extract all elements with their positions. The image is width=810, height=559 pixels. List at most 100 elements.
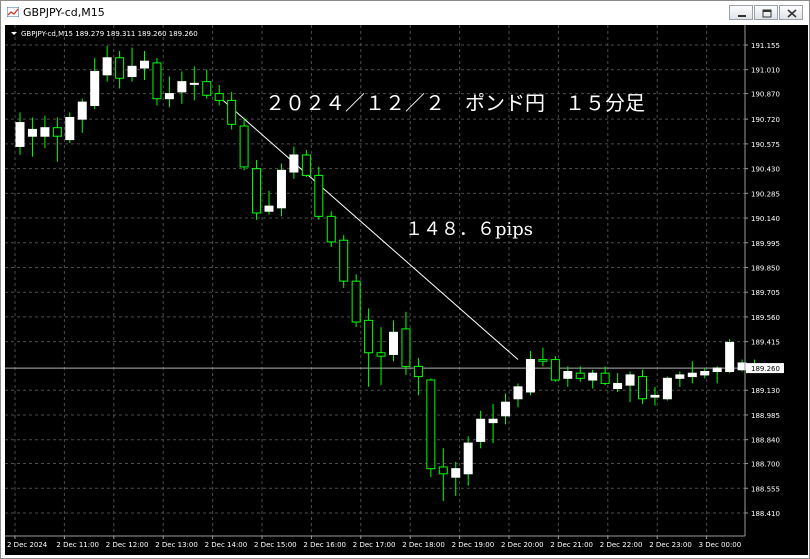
- candle-body-bull: [276, 169, 286, 209]
- candle-body-bull: [488, 418, 498, 424]
- candle-body-bull: [40, 127, 50, 137]
- candle-body-bear: [52, 127, 62, 137]
- price-tick-label: 189.705: [751, 289, 780, 297]
- candle: [364, 308, 374, 387]
- time-tick-label: 2 Dec 22:00: [600, 541, 643, 549]
- candle: [613, 373, 623, 392]
- candle: [252, 160, 262, 220]
- candle-body-bull: [613, 382, 623, 390]
- candle: [712, 366, 722, 384]
- candle-body-bear: [376, 352, 386, 357]
- candle-body-bull: [177, 81, 187, 93]
- price-tick-label: 189.995: [751, 240, 780, 248]
- price-axis: 191.155 191.010 190.870 190.720 190.575 190.4…: [745, 42, 784, 518]
- restore-button[interactable]: [754, 5, 778, 20]
- candle-body-bull: [513, 386, 523, 400]
- candle-body-bull: [90, 70, 100, 107]
- candle: [563, 366, 573, 387]
- time-axis: 2 Dec 2024 2 Dec 11:00 2 Dec 12:00 2 Dec 13…: [7, 536, 741, 549]
- time-tick-label: 2 Dec 13:00: [155, 541, 198, 549]
- candle-body-bear: [426, 379, 436, 470]
- candle: [513, 383, 523, 408]
- time-tick-label: 3 Dec 00:00: [699, 541, 742, 549]
- chart-info-label: GBPJPY-cd,M15 189.279 189.311 189.260 18…: [21, 30, 198, 38]
- candle-body-bull: [650, 394, 660, 398]
- candle-body-bear: [314, 174, 324, 217]
- candle: [177, 71, 187, 104]
- candle: [588, 369, 598, 389]
- candle-body-bear: [214, 93, 224, 101]
- title-bar[interactable]: GBPJPY-cd,M15: [1, 1, 809, 25]
- price-tick-label: 190.285: [751, 190, 780, 198]
- candle: [339, 235, 349, 288]
- candle: [575, 366, 585, 382]
- candle: [90, 57, 100, 109]
- candle: [550, 356, 560, 382]
- candle-body-bull: [264, 205, 274, 212]
- time-tick-label: 2 Dec 21:00: [550, 541, 593, 549]
- candle-body-bear: [239, 125, 249, 168]
- candle-body-bear: [550, 359, 560, 381]
- time-tick-label: 2 Dec 12:00: [106, 541, 149, 549]
- candle: [525, 351, 535, 396]
- candle: [52, 117, 62, 162]
- chart-area[interactable]: 191.155 191.010 190.870 190.720 190.575 190.4…: [5, 25, 808, 555]
- candle-body-bear: [115, 57, 125, 79]
- candle-body-bull: [463, 442, 473, 475]
- candle-body-bull: [65, 116, 75, 141]
- candle-body-bear: [351, 280, 361, 323]
- candle: [189, 66, 199, 101]
- window-title: GBPJPY-cd,M15: [23, 6, 105, 19]
- close-button[interactable]: [779, 5, 803, 20]
- time-tick-label: 2 Dec 17:00: [353, 541, 396, 549]
- chart-app-icon: [7, 7, 19, 17]
- candle-body-bull: [687, 372, 697, 378]
- candle-body-bull: [662, 377, 672, 400]
- price-tick-label: 190.430: [751, 166, 780, 174]
- candle: [389, 320, 398, 362]
- candle: [426, 378, 436, 478]
- candle: [376, 327, 386, 386]
- candle: [476, 410, 486, 449]
- price-tick-label: 188.700: [751, 461, 780, 469]
- candle: [675, 371, 685, 387]
- candle: [40, 115, 50, 149]
- annotation-title: ２０２４／１２／２ ポンド円 １５分足: [265, 91, 645, 115]
- minimize-button[interactable]: [729, 5, 753, 20]
- price-tick-label: 190.575: [751, 141, 780, 149]
- candle: [202, 69, 212, 99]
- candle-body-bear: [600, 372, 610, 384]
- candle-body-bear: [413, 365, 423, 378]
- price-tick-label: 190.140: [751, 215, 780, 223]
- time-tick-label: 2 Dec 20:00: [501, 541, 544, 549]
- candle-body-bear: [401, 328, 411, 367]
- candle-body-bear: [575, 372, 585, 379]
- price-tick-label: 191.010: [751, 67, 780, 75]
- candle: [538, 347, 548, 367]
- price-tick-label: 190.720: [751, 116, 780, 124]
- candle: [488, 403, 498, 444]
- candle: [227, 91, 237, 130]
- candle-body-bull: [588, 372, 598, 381]
- candle-body-bull: [700, 370, 710, 376]
- candle-body-bear: [202, 81, 212, 96]
- candle-body-bull: [675, 374, 685, 379]
- chart-window: GBPJPY-cd,M15 191.155 191.010 190.870 190.7…: [0, 0, 810, 559]
- candle: [276, 163, 286, 217]
- candlestick-chart[interactable]: 191.155 191.010 190.870 190.720 190.575 190.4…: [5, 25, 808, 555]
- candle-body-bull: [712, 367, 722, 372]
- candle-body-bear: [638, 376, 647, 400]
- candle-body-bull: [625, 374, 635, 386]
- candle: [314, 166, 324, 220]
- candle: [239, 117, 249, 171]
- candle: [264, 190, 274, 215]
- candle: [164, 76, 174, 108]
- candle-body-bear: [339, 239, 349, 282]
- candle: [438, 448, 448, 502]
- chart-dropdown-icon[interactable]: [11, 32, 17, 35]
- price-tick-label: 191.155: [751, 42, 780, 50]
- candle-body-bull: [501, 401, 511, 417]
- candle-body-bear: [326, 215, 336, 243]
- candle-body-bull: [525, 359, 535, 393]
- time-tick-label: 2 Dec 14:00: [205, 541, 248, 549]
